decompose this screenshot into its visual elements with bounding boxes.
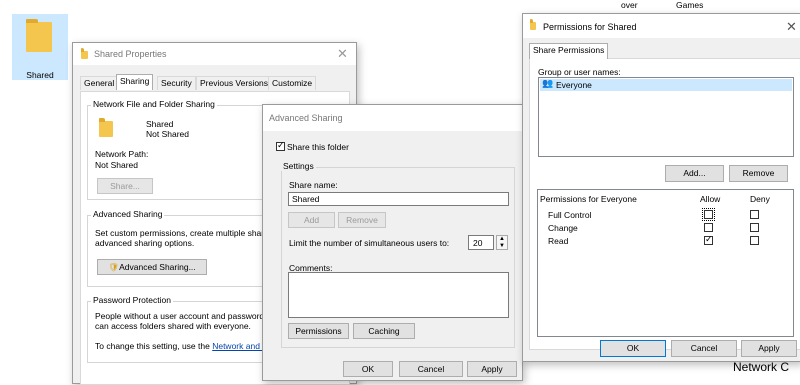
permissions-title: Permissions for Shared — [543, 22, 637, 32]
permission-row-full-control: Full Control — [538, 208, 793, 221]
tab-share-permissions[interactable]: Share Permissions — [529, 43, 609, 59]
share-button[interactable]: Share... — [97, 178, 153, 194]
share-name-input[interactable]: Shared — [288, 192, 509, 206]
close-icon[interactable]: ✕ — [337, 46, 348, 62]
comments-textarea[interactable] — [288, 272, 509, 318]
password-desc-line1: People without a user account and passwo… — [95, 311, 265, 321]
group-or-user-names-label: Group or user names: — [538, 67, 621, 77]
shared-folder-name: Shared — [146, 119, 174, 129]
desktop-bg-text-games: Games — [676, 0, 704, 10]
advanced-sharing-title: Advanced Sharing — [269, 113, 343, 123]
advanced-ok-button[interactable]: OK — [343, 361, 393, 377]
advanced-sharing-group-label: Advanced Sharing — [91, 209, 165, 219]
folder-small-icon — [81, 48, 88, 59]
spinner-arrows-icon[interactable]: ▲ ▼ — [496, 235, 508, 250]
user-list[interactable]: 👥 Everyone — [538, 77, 794, 157]
tab-customize[interactable]: Customize — [268, 76, 317, 90]
share-this-folder-checkbox[interactable] — [276, 140, 285, 151]
caching-button[interactable]: Caching — [353, 323, 415, 339]
advanced-desc-line1: Set custom permissions, create multiple … — [95, 228, 274, 238]
close-icon[interactable]: ✕ — [786, 19, 797, 35]
tab-security[interactable]: Security — [157, 76, 196, 90]
advanced-sharing-button-label: Advanced Sharing... — [119, 262, 196, 272]
advanced-desc-line2: advanced sharing options. — [95, 238, 195, 248]
properties-tab-strip: General Sharing Security Previous Versio… — [80, 74, 356, 92]
desktop-folder-label: Shared — [26, 70, 54, 80]
advanced-sharing-group — [87, 215, 269, 287]
permissions-button[interactable]: Permissions — [288, 323, 349, 339]
permissions-header: Permissions for Everyone — [540, 194, 637, 204]
tab-general[interactable]: General — [80, 76, 119, 90]
permissions-add-button[interactable]: Add... — [665, 165, 724, 182]
shared-folder-status: Not Shared — [146, 129, 189, 139]
full-control-deny-checkbox[interactable] — [750, 210, 759, 219]
user-list-item[interactable]: 👥 Everyone — [540, 78, 792, 91]
read-allow-checkbox[interactable] — [704, 234, 713, 245]
shield-icon: 🛡 — [108, 262, 120, 272]
deny-header: Deny — [750, 194, 770, 204]
advanced-sharing-button[interactable]: 🛡Advanced Sharing... — [97, 259, 207, 275]
tab-sharing[interactable]: Sharing — [116, 74, 154, 90]
permission-name: Full Control — [548, 210, 592, 220]
change-allow-checkbox[interactable] — [704, 223, 713, 232]
network-sharing-center-link[interactable]: Network and S — [212, 341, 268, 351]
change-deny-checkbox[interactable] — [750, 223, 759, 232]
add-share-button[interactable]: Add — [288, 212, 335, 228]
permissions-table: Permissions for Everyone Allow Deny Full… — [537, 189, 794, 337]
change-setting-text: To change this setting, use the Network … — [95, 341, 268, 351]
permissions-apply-button[interactable]: Apply — [741, 340, 797, 357]
limit-users-spinner[interactable]: 20 — [468, 235, 494, 250]
permissions-titlebar[interactable]: Permissions for Shared ✕ — [523, 14, 800, 38]
limit-users-value: 20 — [473, 238, 483, 248]
password-desc-line2: can access folders shared with everyone. — [95, 321, 251, 331]
remove-share-button[interactable]: Remove — [338, 212, 386, 228]
limit-users-label: Limit the number of simultaneous users t… — [289, 238, 450, 248]
network-path-value: Not Shared — [95, 160, 138, 170]
desktop-bg-text-over: over — [621, 0, 638, 10]
permission-row-read: Read — [538, 234, 793, 247]
permission-row-change: Change — [538, 222, 793, 234]
shared-properties-titlebar[interactable]: Shared Properties ✕ — [73, 43, 356, 65]
password-protection-group-label: Password Protection — [91, 295, 173, 305]
allow-header: Allow — [700, 194, 721, 204]
advanced-apply-button[interactable]: Apply — [467, 361, 517, 377]
users-group-icon: 👥 — [542, 78, 554, 88]
desktop-folder-tile[interactable]: Shared — [12, 14, 68, 80]
share-name-label: Share name: — [289, 180, 338, 190]
folder-icon — [26, 19, 52, 52]
user-name: Everyone — [556, 80, 592, 90]
permissions-remove-button[interactable]: Remove — [729, 165, 788, 182]
permissions-dialog: Permissions for Shared ✕ Share Permissio… — [522, 13, 800, 362]
share-this-folder-label: Share this folder — [287, 142, 349, 152]
folder-small-icon — [530, 19, 536, 30]
permissions-cancel-button[interactable]: Cancel — [671, 340, 737, 357]
shared-properties-title: Shared Properties — [94, 49, 167, 59]
full-control-allow-checkbox[interactable] — [702, 208, 715, 221]
desktop-bg-text-network: Network C — [733, 360, 790, 374]
permission-name: Change — [548, 223, 578, 233]
change-setting-prefix: To change this setting, use the — [95, 341, 210, 351]
permission-name: Read — [548, 236, 569, 246]
permissions-ok-button[interactable]: OK — [600, 340, 666, 357]
advanced-cancel-button[interactable]: Cancel — [399, 361, 463, 377]
settings-group-label: Settings — [281, 161, 316, 171]
network-sharing-group-label: Network File and Folder Sharing — [91, 99, 217, 109]
network-path-label: Network Path: — [95, 149, 149, 159]
share-name-value: Shared — [292, 194, 320, 204]
shared-folder-icon — [99, 118, 113, 137]
advanced-sharing-dialog: Advanced Sharing Share this folder Setti… — [262, 104, 523, 381]
tab-previous-versions[interactable]: Previous Versions — [196, 76, 273, 90]
advanced-sharing-titlebar[interactable]: Advanced Sharing — [263, 105, 522, 131]
read-deny-checkbox[interactable] — [750, 236, 759, 245]
